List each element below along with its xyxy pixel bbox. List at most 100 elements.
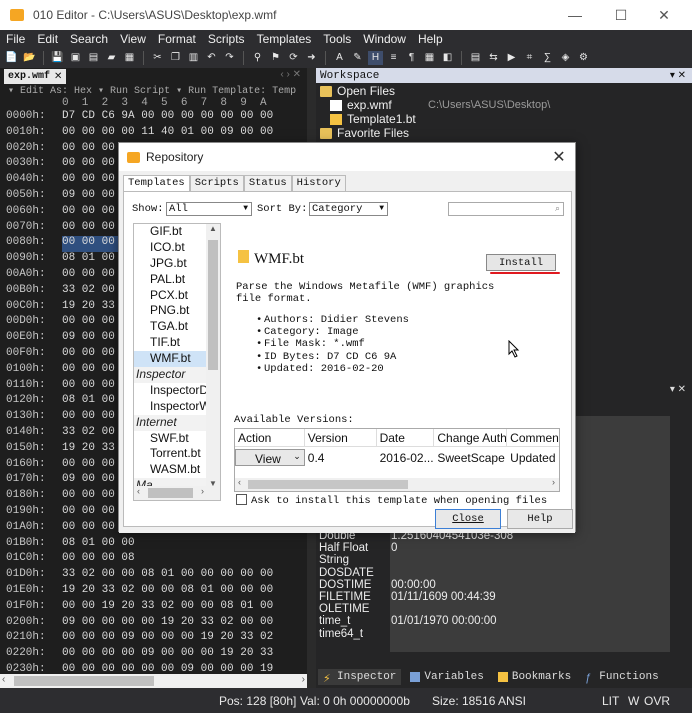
status-encoding[interactable]: ANSI bbox=[498, 694, 526, 708]
close-tab-icon[interactable]: ✕ bbox=[54, 71, 62, 82]
calculator-icon[interactable]: ▤ bbox=[468, 51, 483, 65]
scroll-right-icon[interactable]: › bbox=[552, 477, 555, 487]
status-ovr[interactable]: OVR bbox=[644, 694, 670, 708]
hex-row[interactable]: 0220h: 00 00 00 00 09 00 00 00 19 20 33 bbox=[0, 647, 307, 663]
search-input[interactable]: ⌕ bbox=[448, 202, 564, 216]
scroll-left-icon[interactable]: ‹ bbox=[238, 477, 241, 487]
font-icon[interactable]: A bbox=[332, 51, 347, 65]
run-script-icon[interactable]: ▶ bbox=[504, 51, 519, 65]
table-row[interactable]: OLETIME bbox=[316, 603, 692, 615]
template-list-vscroll[interactable]: ▲ ▼ bbox=[206, 224, 220, 488]
print-icon[interactable]: ▤ bbox=[86, 51, 101, 65]
hex-row[interactable]: 01F0h: 00 00 19 20 33 02 00 00 08 01 00 bbox=[0, 600, 307, 616]
highlight-icon[interactable]: ✎ bbox=[350, 51, 365, 65]
open-folder-icon[interactable]: 📂 bbox=[22, 51, 37, 65]
table-row[interactable]: String bbox=[316, 554, 692, 566]
tab-variables[interactable]: Variables bbox=[405, 669, 488, 685]
template-list-hscroll[interactable]: ‹ › bbox=[134, 486, 220, 500]
table-row[interactable]: DOSTIME 00:00:00 bbox=[316, 579, 692, 591]
redo-icon[interactable]: ↷ bbox=[222, 51, 237, 65]
menu-edit[interactable]: Edit bbox=[31, 32, 64, 46]
cut-icon[interactable]: ✂ bbox=[150, 51, 165, 65]
help-button[interactable]: Help bbox=[507, 509, 573, 529]
inspector-value[interactable]: 0 bbox=[391, 542, 397, 554]
tab-templates[interactable]: Templates bbox=[123, 175, 190, 191]
columns-icon[interactable]: ≡ bbox=[386, 51, 401, 65]
status-lit[interactable]: LIT bbox=[602, 694, 619, 708]
col-action[interactable]: Action bbox=[235, 429, 305, 446]
table-row[interactable]: FILETIME 01/11/1609 00:44:39 bbox=[316, 591, 692, 603]
versions-hscroll[interactable]: ‹ › bbox=[235, 477, 559, 491]
inspector-value[interactable]: 01/11/1609 00:44:39 bbox=[391, 591, 496, 603]
col-version[interactable]: Version bbox=[305, 429, 377, 446]
scroll-right-icon[interactable]: › bbox=[201, 486, 204, 496]
hex-row[interactable]: 0010h: 00 00 00 00 11 40 01 00 09 00 00 bbox=[0, 126, 307, 142]
dialog-close-icon[interactable]: ✕ bbox=[549, 147, 569, 167]
hex-row-bytes[interactable]: 09 00 00 00 00 19 20 33 02 00 00 bbox=[62, 616, 273, 632]
col-comment[interactable]: Commen bbox=[507, 429, 559, 446]
show-select[interactable]: All ▼ bbox=[166, 202, 252, 216]
hex-row-bytes[interactable]: 33 02 00 00 08 01 00 00 00 00 00 bbox=[62, 568, 273, 584]
compare-icon[interactable]: ⇆ bbox=[486, 51, 501, 65]
hex-mode-icon[interactable]: H bbox=[368, 50, 383, 65]
menu-window[interactable]: Window bbox=[357, 32, 412, 46]
hex-row-bytes[interactable]: 00 00 00 08 bbox=[62, 552, 135, 568]
checksum-icon[interactable]: ∑ bbox=[540, 51, 555, 65]
hex-row-bytes[interactable]: 00 00 00 00 09 00 00 00 19 20 33 bbox=[62, 647, 273, 663]
ask-install-checkbox[interactable] bbox=[236, 494, 247, 505]
save-all-icon[interactable]: ▣ bbox=[68, 51, 83, 65]
grid-icon[interactable]: ▦ bbox=[422, 51, 437, 65]
col-change-author[interactable]: Change Auth bbox=[434, 429, 508, 446]
scroll-up-icon[interactable]: ▲ bbox=[209, 224, 217, 233]
sortby-select[interactable]: Category ▼ bbox=[309, 202, 388, 216]
panel-controls-icon[interactable]: ▾ ✕ bbox=[670, 384, 686, 395]
menu-search[interactable]: Search bbox=[64, 32, 114, 46]
undo-icon[interactable]: ↶ bbox=[204, 51, 219, 65]
scroll-thumb[interactable] bbox=[148, 488, 193, 498]
find-icon[interactable]: ⚲ bbox=[250, 51, 265, 65]
hex-row[interactable]: 01D0h: 33 02 00 00 08 01 00 00 00 00 00 bbox=[0, 568, 307, 584]
workspace-file-item[interactable]: Template1.bt bbox=[316, 112, 692, 126]
settings-icon[interactable]: ⚙ bbox=[576, 51, 591, 65]
open-files-node[interactable]: Open Files bbox=[316, 84, 692, 98]
close-button[interactable]: Close bbox=[435, 509, 501, 529]
hex-row-bytes[interactable]: 19 20 33 02 00 00 08 01 00 00 00 bbox=[62, 584, 273, 600]
table-row[interactable]: time64_t bbox=[316, 628, 692, 640]
menu-format[interactable]: Format bbox=[152, 32, 202, 46]
scroll-thumb[interactable] bbox=[208, 240, 218, 370]
template-list[interactable]: GIF.bt ICO.bt JPG.bt PAL.bt PCX.bt PNG.bt TGA.… bbox=[133, 223, 221, 501]
hex-row-bytes[interactable]: 08 01 00 00 bbox=[62, 537, 135, 553]
menu-scripts[interactable]: Scripts bbox=[202, 32, 251, 46]
scroll-thumb[interactable] bbox=[248, 480, 408, 489]
menu-templates[interactable]: Templates bbox=[251, 32, 318, 46]
table-row[interactable]: time_t 01/01/1970 00:00:00 bbox=[316, 615, 692, 627]
inspector-value[interactable]: 01/01/1970 00:00:00 bbox=[391, 615, 497, 627]
install-button[interactable]: Install bbox=[486, 254, 556, 271]
menu-file[interactable]: File bbox=[0, 32, 31, 46]
scroll-left-icon[interactable]: ‹ bbox=[2, 674, 5, 685]
hex-row-bytes[interactable]: 00 00 00 00 11 40 01 00 09 00 00 bbox=[62, 126, 273, 142]
hex-row[interactable]: 0000h: D7 CD C6 9A 00 00 00 00 00 00 00 bbox=[0, 110, 307, 126]
find-replace-icon[interactable]: ⚑ bbox=[268, 51, 283, 65]
workspace-file-item[interactable]: exp.wmf C:\Users\ASUS\Desktop\ bbox=[316, 98, 692, 112]
favorite-files-node[interactable]: Favorite Files bbox=[316, 126, 692, 140]
menu-tools[interactable]: Tools bbox=[317, 32, 357, 46]
histogram-icon[interactable]: ⌗ bbox=[522, 51, 537, 65]
maximize-button[interactable]: ☐ bbox=[598, 0, 644, 30]
table-row[interactable]: Half Float 0 bbox=[316, 542, 692, 554]
col-date[interactable]: Date bbox=[377, 429, 435, 446]
tab-inspector[interactable]: ⚡ Inspector bbox=[318, 669, 402, 685]
scroll-thumb[interactable] bbox=[14, 676, 154, 686]
find-in-files-icon[interactable]: ⟳ bbox=[286, 51, 301, 65]
tab-history[interactable]: History bbox=[291, 175, 346, 191]
properties-icon[interactable]: ▦ bbox=[122, 51, 137, 65]
hex-row-bytes[interactable]: D7 CD C6 9A 00 00 00 00 00 00 00 bbox=[62, 110, 273, 126]
panel-controls-icon[interactable]: ▾ ✕ bbox=[670, 70, 686, 81]
inspector-value[interactable]: 00:00:00 bbox=[391, 579, 436, 591]
hex-row[interactable]: 0200h: 09 00 00 00 00 19 20 33 02 00 00 bbox=[0, 616, 307, 632]
status-w[interactable]: W bbox=[628, 694, 639, 708]
hex-row[interactable]: 01B0h: 08 01 00 00 bbox=[0, 537, 307, 553]
tab-scripts[interactable]: Scripts bbox=[189, 175, 244, 191]
minimize-button[interactable]: — bbox=[552, 0, 598, 30]
copy-icon[interactable]: ❐ bbox=[168, 51, 183, 65]
